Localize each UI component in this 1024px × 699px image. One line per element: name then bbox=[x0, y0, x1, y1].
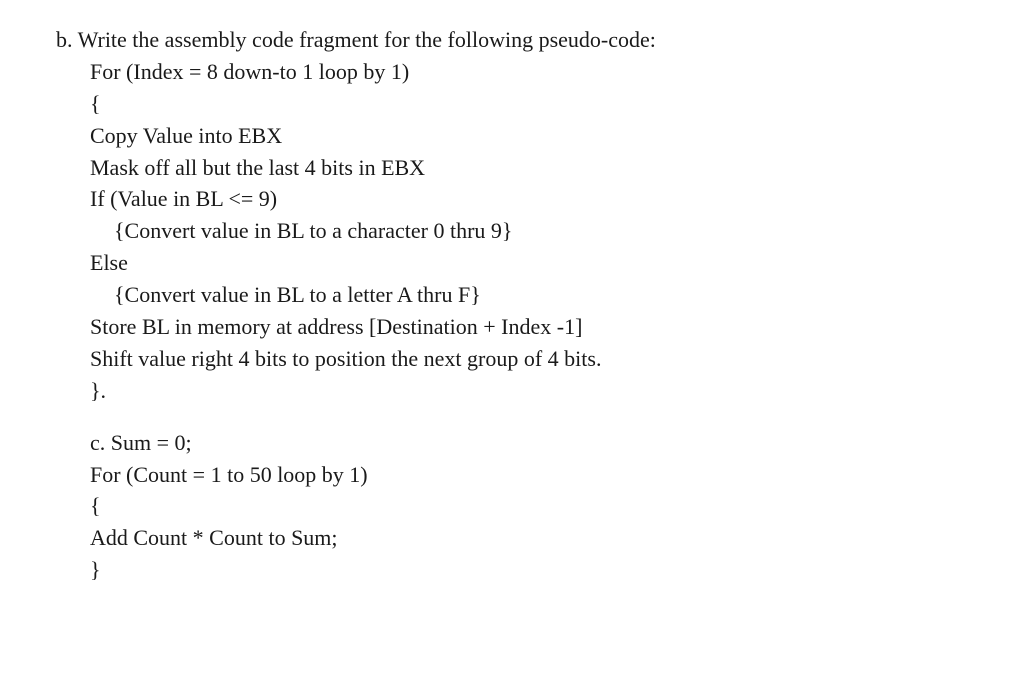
add-count-line: Add Count * Count to Sum; bbox=[56, 522, 984, 554]
for-count-line: For (Count = 1 to 50 loop by 1) bbox=[56, 459, 984, 491]
mask-off-line: Mask off all but the last 4 bits in EBX bbox=[56, 152, 984, 184]
document-page: b. Write the assembly code fragment for … bbox=[0, 0, 1024, 610]
question-c-header: c. Sum = 0; bbox=[56, 427, 984, 459]
question-b-header: b. Write the assembly code fragment for … bbox=[56, 24, 984, 56]
convert-a-f-line: {Convert value in BL to a letter A thru … bbox=[56, 279, 984, 311]
for-index-line: For (Index = 8 down-to 1 loop by 1) bbox=[56, 56, 984, 88]
convert-0-9-line: {Convert value in BL to a character 0 th… bbox=[56, 215, 984, 247]
store-bl-line: Store BL in memory at address [Destinati… bbox=[56, 311, 984, 343]
open-brace: { bbox=[56, 88, 984, 120]
open-brace-2: { bbox=[56, 490, 984, 522]
else-line: Else bbox=[56, 247, 984, 279]
copy-value-line: Copy Value into EBX bbox=[56, 120, 984, 152]
close-brace-2: } bbox=[56, 554, 984, 586]
close-brace: }. bbox=[56, 375, 984, 407]
shift-value-line: Shift value right 4 bits to position the… bbox=[56, 343, 984, 375]
if-value-line: If (Value in BL <= 9) bbox=[56, 183, 984, 215]
